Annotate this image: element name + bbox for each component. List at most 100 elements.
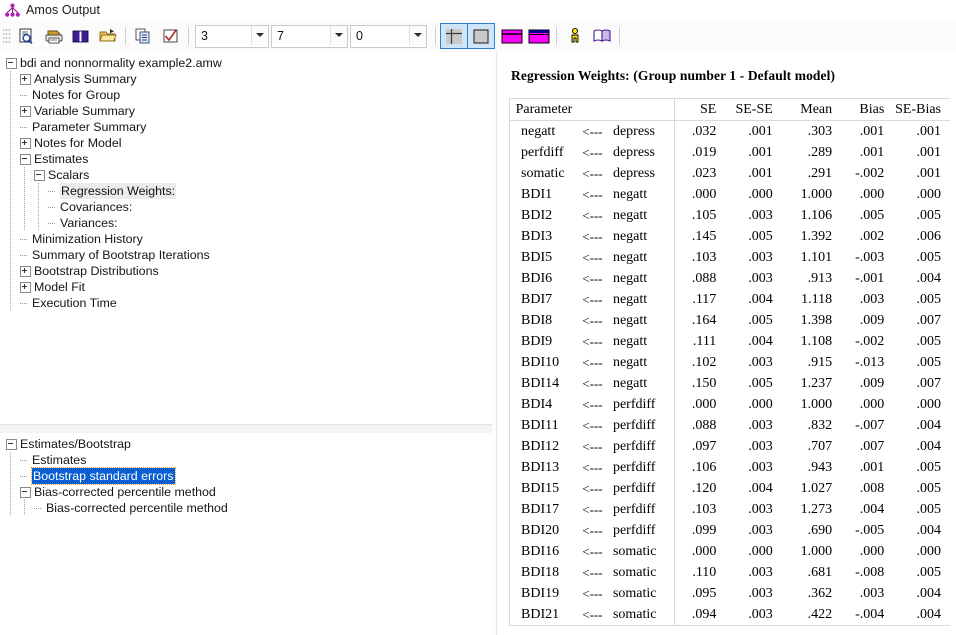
table-row[interactable]: BDI13 <--- perfdiff .106 .003 .943 .001 .005 — [510, 457, 950, 478]
tree-connector — [10, 135, 11, 151]
open-book-icon[interactable] — [588, 23, 615, 49]
expand-icon[interactable] — [20, 105, 31, 117]
column-header-se[interactable]: SE — [674, 99, 725, 121]
open-folder-icon[interactable] — [94, 23, 121, 49]
table-row[interactable]: BDI16 <--- somatic .000 .000 1.000 .000 .000 — [510, 541, 950, 562]
table-row[interactable]: perfdiff <--- depress .019 .001 .289 .001 .001 — [510, 142, 950, 163]
tree-item-variable-summary[interactable]: Variable Summary — [20, 103, 135, 119]
table-row[interactable]: BDI4 <--- perfdiff .000 .000 1.000 .000 .000 — [510, 394, 950, 415]
tree-item-model-fit[interactable]: Model Fit — [20, 279, 85, 295]
table-row[interactable]: negatt <--- depress .032 .001 .303 .001 .001 — [510, 120, 950, 142]
collapse-icon[interactable] — [20, 153, 31, 165]
table-row[interactable]: BDI1 <--- negatt .000 .000 1.000 .000 .000 — [510, 184, 950, 205]
column-header-sese[interactable]: SE-SE — [725, 99, 781, 121]
cell-se: .111 — [692, 334, 717, 349]
tree-item-parameter-summary[interactable]: Parameter Summary — [20, 119, 146, 135]
tree-item-label: bdi and nonnormality example2.amw — [20, 56, 222, 70]
tree-item-summary-of-bootstrap-iterations[interactable]: Summary of Bootstrap Iterations — [20, 247, 210, 263]
column-header-mean[interactable]: Mean — [782, 99, 841, 121]
table-row[interactable]: BDI6 <--- negatt .088 .003 .913 -.001 .004 — [510, 268, 950, 289]
table-format-2-icon[interactable] — [525, 23, 552, 49]
column-header-sebias[interactable]: SE-Bias — [893, 99, 950, 121]
tree-item-bootstrap-standard-errors[interactable]: Bootstrap standard errors — [20, 467, 176, 485]
checkbox-icon[interactable] — [157, 23, 184, 49]
tree-item-label: Regression Weights: — [60, 183, 177, 199]
table-row[interactable]: BDI19 <--- somatic .095 .003 .362 .003 .004 — [510, 583, 950, 604]
table-row[interactable]: BDI9 <--- negatt .111 .004 1.108 -.002 .005 — [510, 331, 950, 352]
tree-item-analysis-summary[interactable]: Analysis Summary — [20, 71, 137, 87]
chevron-down-icon[interactable] — [251, 25, 268, 45]
tree-view-toggle[interactable] — [440, 23, 468, 49]
chevron-down-icon-3[interactable] — [409, 25, 426, 45]
chevron-down-icon-2[interactable] — [330, 25, 347, 45]
bootstrap-method-tree[interactable]: Estimates/Bootstrap Estimates Bootstrap st… — [0, 433, 492, 635]
regression-weights-table: Parameter SE SE-SE Mean Bias SE-Bias neg… — [510, 99, 950, 625]
tree-item-estimates-bootstrap[interactable]: Estimates/Bootstrap — [6, 436, 131, 452]
tree-item-estimates[interactable]: Estimates — [20, 452, 86, 468]
expand-icon[interactable] — [20, 281, 31, 293]
expand-icon[interactable] — [20, 73, 31, 85]
table-row[interactable]: BDI10 <--- negatt .102 .003 .915 -.013 .005 — [510, 352, 950, 373]
table-row[interactable]: BDI2 <--- negatt .105 .003 1.106 .005 .005 — [510, 205, 950, 226]
tree-item-variances[interactable]: Variances: — [48, 215, 118, 231]
significant-digits-combo[interactable]: 7 — [271, 24, 348, 48]
tree-item-bootstrap-distributions[interactable]: Bootstrap Distributions — [20, 263, 159, 279]
cell-sese: .000 — [748, 397, 773, 412]
table-row[interactable]: BDI21 <--- somatic .094 .003 .422 -.004 .004 — [510, 604, 950, 625]
tree-item-execution-time[interactable]: Execution Time — [20, 295, 117, 311]
table-row[interactable]: BDI15 <--- perfdiff .120 .004 1.027 .008 .005 — [510, 478, 950, 499]
print-icon[interactable] — [40, 23, 67, 49]
table-format-1-icon[interactable] — [498, 23, 525, 49]
decimal-places-combo[interactable]: 3 — [195, 24, 269, 48]
table-row[interactable]: BDI7 <--- negatt .117 .004 1.118 .003 .005 — [510, 289, 950, 310]
tree-item-minimization-history[interactable]: Minimization History — [20, 231, 143, 247]
text-view-toggle[interactable] — [467, 23, 495, 49]
collapse-icon[interactable] — [34, 169, 45, 181]
tree-item-scalars[interactable]: Scalars — [34, 167, 89, 183]
cell-sese: .003 — [748, 355, 773, 370]
cell-bias: -.002 — [855, 166, 885, 181]
parameter-arrow: <--- — [582, 376, 603, 391]
book-icon[interactable] — [67, 23, 94, 49]
cell-mean: .681 — [807, 565, 833, 580]
tree-item-covariances[interactable]: Covariances: — [48, 199, 132, 215]
collapse-icon[interactable] — [6, 438, 17, 450]
cell-se: .097 — [691, 439, 717, 454]
table-row[interactable]: BDI11 <--- perfdiff .088 .003 .832 -.007 .004 — [510, 415, 950, 436]
expand-icon[interactable] — [20, 265, 31, 277]
table-row[interactable]: somatic <--- depress .023 .001 .291 -.002 .001 — [510, 163, 950, 184]
parameter-arrow: <--- — [582, 271, 603, 286]
tree-item-bdi-and-nonnormality-example2-amw[interactable]: bdi and nonnormality example2.amw — [6, 55, 222, 71]
table-row[interactable]: BDI3 <--- negatt .145 .005 1.392 .002 .006 — [510, 226, 950, 247]
table-row[interactable]: BDI8 <--- negatt .164 .005 1.398 .009 .007 — [510, 310, 950, 331]
table-row[interactable]: BDI14 <--- negatt .150 .005 1.237 .009 .007 — [510, 373, 950, 394]
tree-item-notes-for-model[interactable]: Notes for Model — [20, 135, 121, 151]
toolbar-grip[interactable] — [3, 27, 11, 45]
zero-format-combo[interactable]: 0 — [350, 24, 427, 48]
person-icon[interactable] — [561, 23, 588, 49]
tree-item-bias-corrected-percentile-method[interactable]: Bias-corrected percentile method — [20, 484, 216, 500]
tree-item-notes-for-group[interactable]: Notes for Group — [20, 87, 120, 103]
output-navigation-tree[interactable]: bdi and nonnormality example2.amw Analysi… — [0, 52, 492, 424]
column-header-bias[interactable]: Bias — [841, 99, 893, 121]
column-header-parameter[interactable]: Parameter — [510, 99, 578, 121]
table-row[interactable]: BDI12 <--- perfdiff .097 .003 .707 .007 .004 — [510, 436, 950, 457]
copy-icon[interactable] — [130, 23, 157, 49]
collapse-icon[interactable] — [20, 486, 31, 498]
cell-mean: 1.000 — [800, 544, 833, 559]
print-preview-icon[interactable] — [13, 23, 40, 49]
tree-item-bias-corrected-percentile-method[interactable]: Bias-corrected percentile method — [34, 500, 228, 516]
cell-sebias: .000 — [916, 187, 942, 202]
cell-sebias: .005 — [916, 208, 942, 223]
table-row[interactable]: BDI5 <--- negatt .103 .003 1.101 -.003 .005 — [510, 247, 950, 268]
table-body: negatt <--- depress .032.001.303.001.001 per… — [510, 120, 950, 625]
tree-item-estimates[interactable]: Estimates — [20, 151, 88, 167]
table-row[interactable]: BDI17 <--- perfdiff .103 .003 1.273 .004 .005 — [510, 499, 950, 520]
cell-sese: .001 — [748, 166, 773, 181]
collapse-icon[interactable] — [6, 57, 17, 69]
expand-icon[interactable] — [20, 137, 31, 149]
tree-item-regression-weights[interactable]: Regression Weights: — [48, 183, 177, 199]
table-row[interactable]: BDI20 <--- perfdiff .099 .003 .690 -.005 .004 — [510, 520, 950, 541]
tree-leaf-icon — [20, 251, 29, 260]
table-row[interactable]: BDI18 <--- somatic .110 .003 .681 -.008 .005 — [510, 562, 950, 583]
